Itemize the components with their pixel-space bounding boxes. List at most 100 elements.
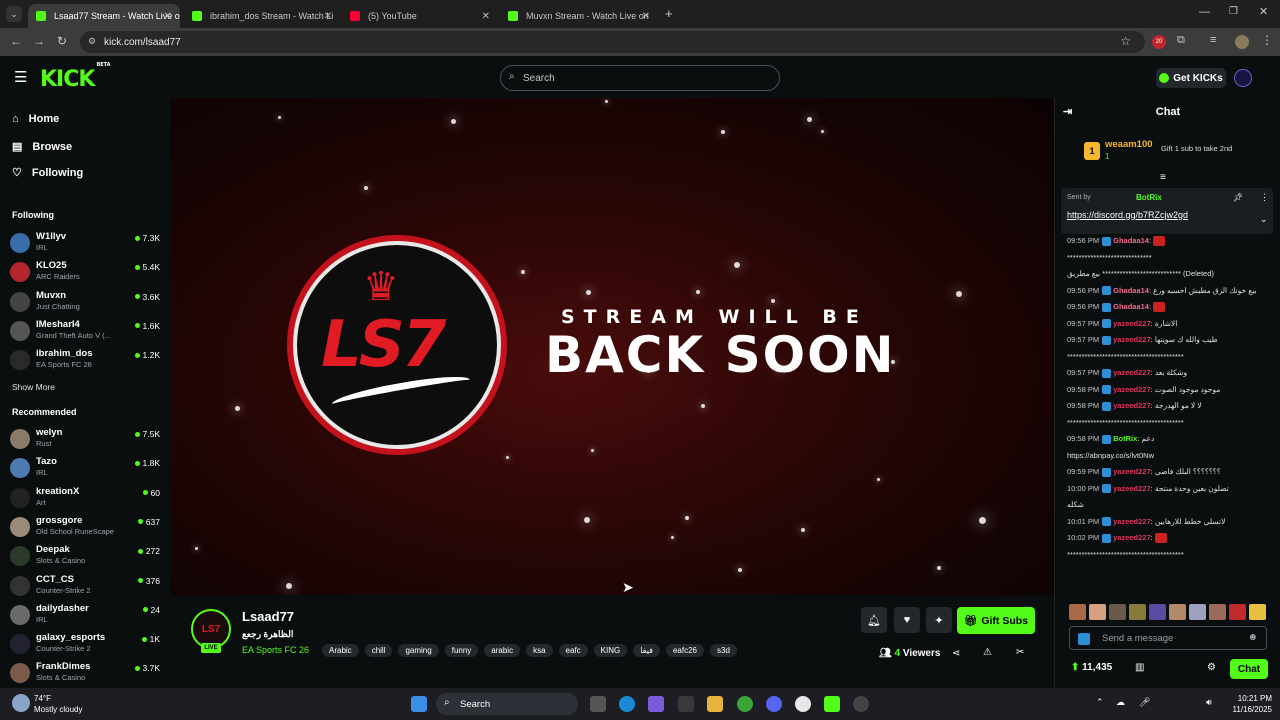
streamer-name[interactable]: Lsaad77 <box>242 609 294 624</box>
stream-category[interactable]: EA Sports FC 26 <box>242 645 309 655</box>
kick-app-icon[interactable] <box>824 696 840 712</box>
sidebar-item-browse[interactable]: ▤ Browse <box>12 140 72 154</box>
sidebar-channel[interactable]: welyn Rust 7.5K <box>10 425 160 451</box>
stream-tag[interactable]: s3d <box>710 644 737 657</box>
chevron-up-icon[interactable]: ⌃ <box>1096 697 1104 708</box>
emote-icon[interactable] <box>1069 604 1086 620</box>
weather-temp[interactable]: 74°F <box>34 694 51 703</box>
browser-menu-icon[interactable]: ⋮ <box>1261 33 1273 47</box>
message-user[interactable]: yazeed227 <box>1113 368 1151 377</box>
follow-heart-icon[interactable]: ♥ <box>894 607 920 633</box>
bookmark-star-icon[interactable]: ☆ <box>1120 34 1131 48</box>
sidebar-item-home[interactable]: ⌂ Home <box>12 113 59 125</box>
profile-avatar[interactable] <box>1235 35 1249 49</box>
get-kicks-button[interactable]: Get KICKs <box>1156 68 1226 88</box>
message-user[interactable]: yazeed227 <box>1113 385 1151 394</box>
browser-tab[interactable]: Lsaad77 Stream - Watch Live o ✕ <box>28 4 180 28</box>
sidebar-channel[interactable]: galaxy_esports Counter-Strike 2 1K <box>10 630 160 656</box>
stream-tag[interactable]: KING <box>593 644 628 657</box>
send-chat-button[interactable]: Chat <box>1230 659 1268 679</box>
close-tab-icon[interactable]: ✕ <box>482 11 490 22</box>
stream-tag[interactable]: arabic <box>484 644 521 657</box>
more-options-icon[interactable]: ⋮ <box>1260 192 1269 203</box>
minimize-icon[interactable]: — <box>1199 6 1210 18</box>
close-tab-icon[interactable]: ✕ <box>164 11 172 22</box>
hamburger-menu-icon[interactable]: ☰ <box>14 68 27 86</box>
sidebar-channel[interactable]: CCT_CS Counter-Strike 2 376 <box>10 572 160 598</box>
store-app-icon[interactable] <box>678 696 694 712</box>
stream-tag[interactable]: chill <box>364 644 393 657</box>
media-control-icon[interactable]: ≡ <box>1210 34 1216 46</box>
message-user[interactable]: Ghadaa14 <box>1113 286 1149 295</box>
emote-icon[interactable] <box>1169 604 1186 620</box>
emote-icon[interactable] <box>1209 604 1226 620</box>
stream-tag[interactable]: فيفا <box>633 644 660 657</box>
browser-tab[interactable]: (5) YouTube ✕ <box>342 4 498 28</box>
chrome-icon[interactable] <box>795 696 811 712</box>
clock-time[interactable]: 10:21 PM <box>1226 694 1272 703</box>
kicks-balance[interactable]: ⬆ 11,435 <box>1071 662 1112 673</box>
taskbar-search[interactable]: ⌕ Search <box>436 693 578 715</box>
message-user[interactable]: yazeed227 <box>1113 319 1151 328</box>
chat-settings-icon[interactable]: ⚙ <box>1207 662 1216 673</box>
emoji-icon[interactable]: ☻ <box>1247 632 1258 643</box>
app-icon[interactable] <box>853 696 869 712</box>
microphone-icon[interactable]: 🎤︎ <box>1139 697 1150 708</box>
stream-tag[interactable]: funny <box>444 644 479 657</box>
extension-badge[interactable]: 20 <box>1152 35 1166 49</box>
emote-icon[interactable] <box>1109 604 1126 620</box>
user-avatar[interactable] <box>1234 69 1252 87</box>
message-user[interactable]: BotRix <box>1113 434 1137 443</box>
chat-input[interactable]: Send a message ☻ <box>1069 626 1267 650</box>
clock-date[interactable]: 11/16/2025 <box>1222 705 1272 714</box>
close-window-icon[interactable]: ✕ <box>1259 5 1268 18</box>
address-bar[interactable]: ⚙ kick.com/lsaad77 ☆ <box>80 31 1145 53</box>
gift-subs-button[interactable]: 🎁︎ Gift Subs <box>957 607 1035 634</box>
weather-icon[interactable] <box>12 694 30 712</box>
sidebar-channel[interactable]: kreationX Art 60 <box>10 484 160 510</box>
emote-icon[interactable] <box>1189 604 1206 620</box>
message-user[interactable]: yazeed227 <box>1113 401 1151 410</box>
sidebar-channel[interactable]: IMesharI4 Grand Theft Auto V (... 1.6K <box>10 317 160 343</box>
kick-logo[interactable]: KICKBETA <box>40 62 111 92</box>
stream-tag[interactable]: ksa <box>526 644 553 657</box>
message-user[interactable]: yazeed227 <box>1113 484 1151 493</box>
emote-icon[interactable] <box>1129 604 1146 620</box>
video-player[interactable]: ♛ LS7 STREAM WILL BE BACK SOON ➤ <box>171 98 1054 595</box>
filter-icon[interactable]: ≡ <box>1160 172 1166 183</box>
restore-icon[interactable]: ❐ <box>1229 6 1238 17</box>
sidebar-channel[interactable]: W1llyv IRL 7.3K <box>10 229 160 255</box>
message-user[interactable]: yazeed227 <box>1113 335 1151 344</box>
sidebar-item-following[interactable]: ♡ Following <box>12 166 83 180</box>
sidebar-channel[interactable]: FrankDimes Slots & Casino 3.7K <box>10 659 160 685</box>
notification-bell-icon[interactable]: 🔔︎ <box>861 607 887 633</box>
browser-tab[interactable]: Muvxn Stream - Watch Live on ✕ <box>500 4 658 28</box>
close-tab-icon[interactable]: ✕ <box>324 11 332 22</box>
pinned-link[interactable]: https://discord.gg/b7RZcjw2gd <box>1067 210 1188 220</box>
message-user[interactable]: yazeed227 <box>1113 533 1151 542</box>
file-explorer-icon[interactable] <box>707 696 723 712</box>
stream-tag[interactable]: eafc <box>558 644 588 657</box>
stream-tag[interactable]: gaming <box>398 644 439 657</box>
show-more-link[interactable]: Show More <box>12 382 55 392</box>
sidebar-channel[interactable]: Tazo IRL 1.8K <box>10 454 160 480</box>
cloud-icon[interactable]: ☁ <box>1116 697 1125 708</box>
message-user[interactable]: yazeed227 <box>1113 517 1151 526</box>
stream-tag[interactable]: Arabic <box>322 644 359 657</box>
chevron-down-icon[interactable]: ⌄ <box>1260 214 1268 225</box>
sidebar-channel[interactable]: ibrahim_dos EA Sports FC 26 1.2K <box>10 346 160 372</box>
copilot-icon[interactable] <box>648 696 664 712</box>
sidebar-channel[interactable]: grossgore Old School RuneScape 637 <box>10 513 160 539</box>
collapse-chat-icon[interactable]: ⇥ <box>1063 105 1072 118</box>
back-icon[interactable]: ← <box>10 34 22 48</box>
stream-tag[interactable]: eafc26 <box>665 644 704 657</box>
message-user[interactable]: yazeed227 <box>1113 467 1151 476</box>
task-view-icon[interactable] <box>590 696 606 712</box>
edge-icon[interactable] <box>619 696 635 712</box>
search-input[interactable]: ⌕ Search <box>500 65 780 91</box>
message-user[interactable]: Ghadaa14 <box>1113 236 1149 245</box>
pin-icon[interactable]: 📌︎ <box>1233 193 1243 202</box>
message-user[interactable]: Ghadaa14 <box>1113 302 1149 311</box>
share-icon[interactable]: ⋖ <box>952 648 960 659</box>
weather-desc[interactable]: Mostly cloudy <box>34 705 82 714</box>
